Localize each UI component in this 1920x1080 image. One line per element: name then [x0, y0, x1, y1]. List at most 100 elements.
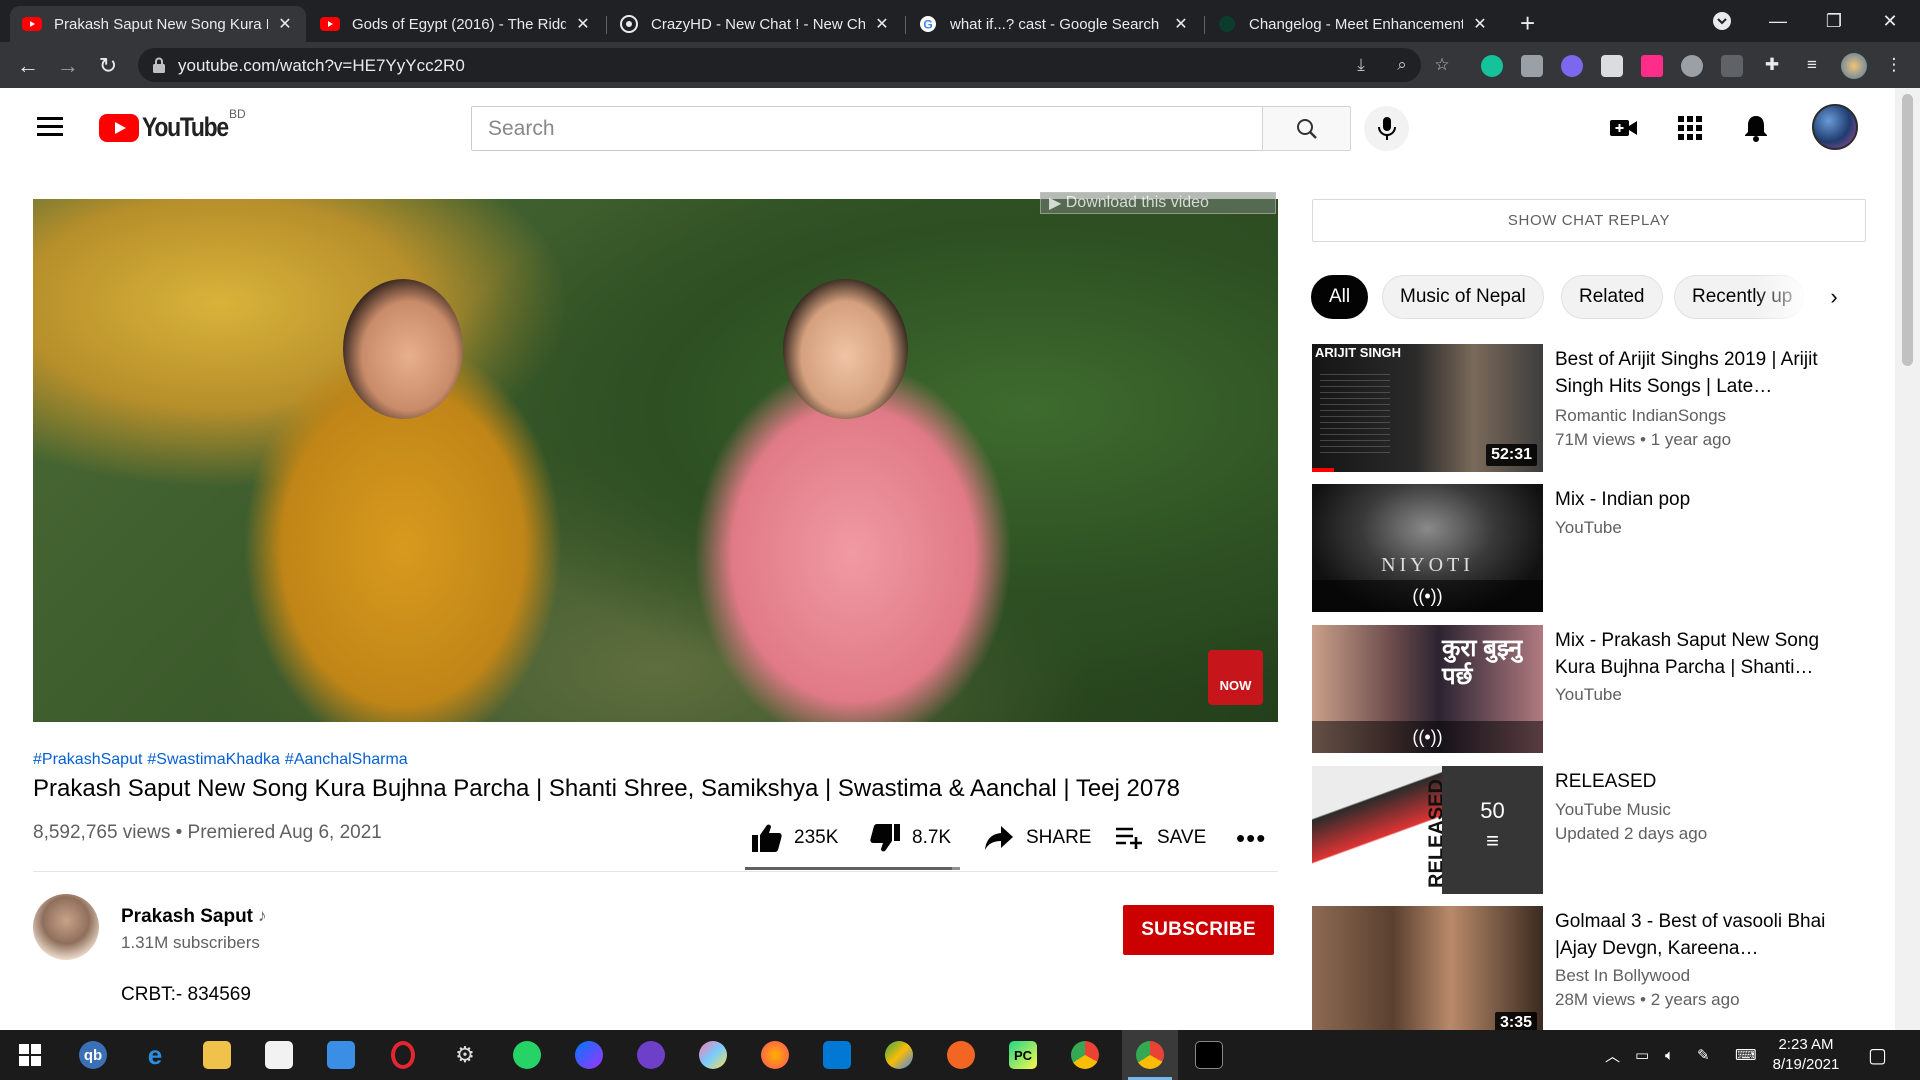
share-button[interactable]: SHARE: [982, 820, 1091, 856]
browser-tab-2[interactable]: Gods of Egypt (2016) - The Riddle ✕: [308, 6, 604, 42]
pycharm-icon[interactable]: PC: [998, 1030, 1048, 1080]
search-input[interactable]: [472, 107, 1263, 150]
channel-name[interactable]: Prakash Saput: [121, 906, 253, 928]
browser-tab-5[interactable]: Changelog - Meet Enhancement ✕: [1205, 6, 1501, 42]
file-explorer-icon[interactable]: [192, 1030, 242, 1080]
mail-icon[interactable]: [316, 1030, 366, 1080]
volume-icon[interactable]: 🔈︎: [1665, 1030, 1674, 1080]
video-thumbnail[interactable]: ARIJIT SINGH 52:31: [1312, 344, 1543, 472]
back-icon[interactable]: ←: [14, 52, 42, 80]
video-thumbnail[interactable]: 3:35: [1312, 906, 1543, 1030]
hashtag-link[interactable]: #PrakashSaput: [33, 751, 142, 768]
chrome-icon[interactable]: [1060, 1030, 1110, 1080]
close-tab-icon[interactable]: ✕: [276, 14, 294, 34]
windows-start-icon[interactable]: [5, 1030, 55, 1080]
vscode-icon[interactable]: [812, 1030, 862, 1080]
extension-icon[interactable]: [1721, 55, 1743, 77]
terminal-icon[interactable]: [1184, 1030, 1234, 1080]
notifications-bell-icon[interactable]: [1741, 113, 1771, 143]
more-actions-icon[interactable]: •••: [1236, 820, 1266, 856]
subscribe-button[interactable]: SUBSCRIBE: [1123, 905, 1274, 955]
show-chat-replay-button[interactable]: SHOW CHAT REPLAY: [1312, 199, 1866, 242]
chip-all[interactable]: All: [1311, 275, 1369, 319]
recommendation-channel[interactable]: YouTube: [1555, 685, 1622, 705]
menu-icon[interactable]: [37, 117, 63, 137]
youtube-logo[interactable]: YouTube: [99, 112, 243, 143]
close-tab-icon[interactable]: ✕: [873, 14, 891, 34]
extensions-puzzle-icon[interactable]: ✚: [1761, 55, 1783, 77]
hashtag-link[interactable]: #AanchalSharma: [285, 751, 408, 768]
mix-thumbnail[interactable]: NIYOTI ((•)): [1312, 484, 1543, 612]
account-avatar[interactable]: [1812, 104, 1858, 150]
system-clock[interactable]: 2:23 AM 8/19/2021: [1760, 1035, 1852, 1075]
firefox-icon[interactable]: [750, 1030, 800, 1080]
playlist-thumbnail[interactable]: RELEASED 50 ≡: [1312, 766, 1543, 894]
page-scrollbar[interactable]: [1895, 88, 1920, 1030]
play-extension-icon[interactable]: [1641, 55, 1663, 77]
recommendation-channel[interactable]: Romantic IndianSongs: [1555, 406, 1726, 426]
notification-center-icon[interactable]: ▢: [1868, 1030, 1887, 1080]
qbittorrent-icon[interactable]: qb: [68, 1030, 118, 1080]
whatsapp-icon[interactable]: [502, 1030, 552, 1080]
search-button[interactable]: [1262, 106, 1351, 151]
messenger-icon[interactable]: [564, 1030, 614, 1080]
hashtag-link[interactable]: #SwastimaKhadka: [147, 751, 280, 768]
edge-icon[interactable]: e: [130, 1030, 180, 1080]
maps-app-icon[interactable]: [874, 1030, 924, 1080]
reload-icon[interactable]: ↻: [94, 52, 122, 80]
pen-icon[interactable]: ✎: [1697, 1030, 1710, 1080]
scrollbar-thumb[interactable]: [1902, 94, 1913, 366]
recommendation-channel[interactable]: YouTube: [1555, 518, 1622, 538]
chevron-right-icon[interactable]: ›: [1819, 280, 1849, 314]
paint-icon[interactable]: [688, 1030, 738, 1080]
recommendation-item[interactable]: 3:35 Golmaal 3 - Best of vasooli Bhai |A…: [1312, 906, 1892, 1030]
extension-icon[interactable]: [1601, 55, 1623, 77]
network-icon[interactable]: ▭: [1635, 1030, 1649, 1080]
extension-icon[interactable]: [1561, 55, 1583, 77]
subscribe-now-watermark[interactable]: NOW: [1208, 650, 1263, 705]
recommendation-title[interactable]: Mix - Indian pop: [1555, 486, 1855, 513]
chip-music-of-nepal[interactable]: Music of Nepal: [1382, 275, 1544, 319]
recommendation-title[interactable]: Mix - Prakash Saput New Song Kura Bujhna…: [1555, 627, 1855, 681]
channel-avatar[interactable]: [33, 894, 99, 960]
recommendation-item[interactable]: RELEASED 50 ≡ RELEASED YouTube Music Upd…: [1312, 766, 1892, 894]
chip-related[interactable]: Related: [1561, 275, 1663, 319]
close-tab-icon[interactable]: ✕: [574, 14, 592, 34]
camera-extension-icon[interactable]: [1521, 55, 1543, 77]
address-bar[interactable]: youtube.com/watch?v=HE7YyYcc2R0: [138, 48, 1421, 82]
download-video-overlay[interactable]: ▶ Download this video: [1040, 192, 1276, 214]
browser-menu-icon[interactable]: ⋮: [1883, 55, 1905, 77]
grammarly-icon[interactable]: [1481, 55, 1503, 77]
save-button[interactable]: SAVE: [1113, 820, 1206, 856]
forward-icon[interactable]: →: [54, 52, 82, 80]
new-tab-button[interactable]: +: [1520, 8, 1535, 39]
recommendation-item[interactable]: NIYOTI ((•)) Mix - Indian pop YouTube: [1312, 484, 1892, 612]
tab-search-icon[interactable]: [1694, 0, 1750, 42]
profile-avatar-icon[interactable]: [1841, 53, 1867, 79]
chrome-active-icon[interactable]: [1122, 1030, 1178, 1080]
create-video-icon[interactable]: [1609, 113, 1639, 143]
recommendation-title[interactable]: Best of Arijit Singhs 2019 | Arijit Sing…: [1555, 346, 1855, 400]
close-window-icon[interactable]: ✕: [1862, 0, 1918, 42]
touch-keyboard-icon[interactable]: ⌨: [1735, 1030, 1757, 1080]
opera-icon[interactable]: [378, 1030, 428, 1080]
close-tab-icon[interactable]: ✕: [1471, 14, 1489, 34]
restore-icon[interactable]: ❐: [1806, 0, 1862, 42]
mix-thumbnail[interactable]: कुरा बुझ्नु पर्छ ((•)): [1312, 625, 1543, 753]
dislike-button[interactable]: 8.7K: [868, 820, 951, 856]
like-button[interactable]: 235K: [750, 820, 838, 856]
browser-tab-4[interactable]: G what if...? cast - Google Search ✕: [906, 6, 1202, 42]
github-icon[interactable]: [626, 1030, 676, 1080]
close-tab-icon[interactable]: ✕: [1172, 14, 1190, 34]
minimize-icon[interactable]: —: [1750, 0, 1806, 42]
recommendation-title[interactable]: RELEASED: [1555, 768, 1855, 795]
recommendation-item[interactable]: कुरा बुझ्नु पर्छ ((•)) Mix - Prakash Sap…: [1312, 625, 1892, 753]
voice-search-button[interactable]: [1364, 106, 1409, 151]
feather-app-icon[interactable]: [936, 1030, 986, 1080]
recommendation-channel[interactable]: YouTube Music: [1555, 800, 1671, 820]
browser-tab-3[interactable]: CrazyHD - New Chat ! - New Cha ✕: [607, 6, 903, 42]
tray-overflow-icon[interactable]: ︿: [1605, 1030, 1620, 1080]
video-player[interactable]: [33, 199, 1278, 722]
recommendation-title[interactable]: Golmaal 3 - Best of vasooli Bhai |Ajay D…: [1555, 908, 1855, 962]
microsoft-store-icon[interactable]: [254, 1030, 304, 1080]
